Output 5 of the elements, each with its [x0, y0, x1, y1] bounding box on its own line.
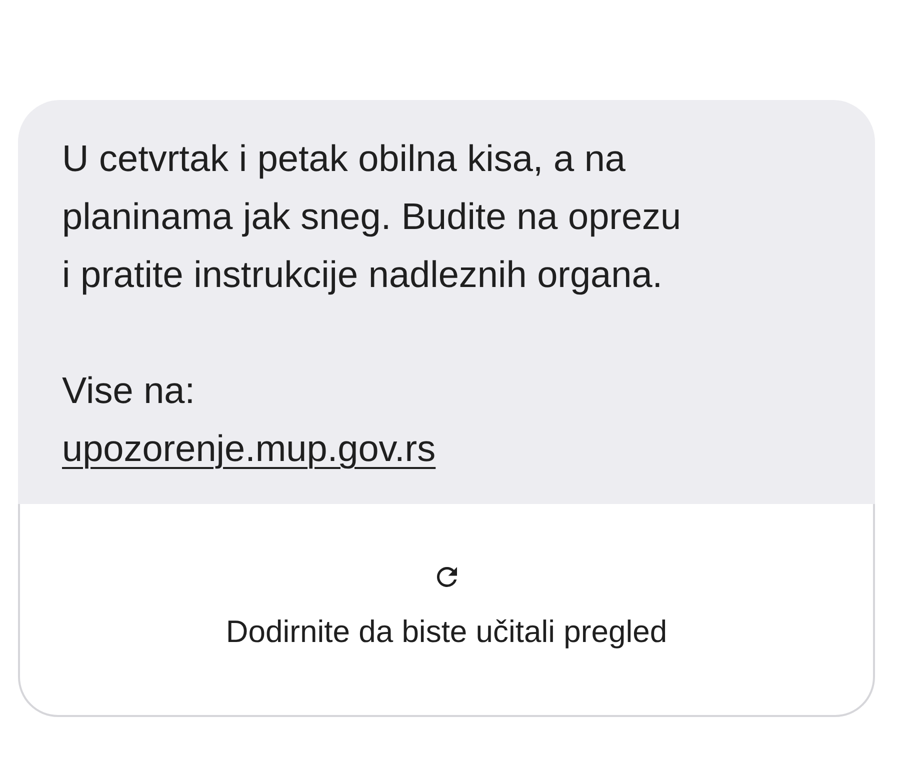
more-label: Vise na:	[62, 369, 196, 413]
link-preview-card[interactable]: Dodirnite da biste učitali pregled	[18, 504, 875, 717]
preview-label: Dodirnite da biste učitali pregled	[226, 613, 668, 651]
message-link[interactable]: upozorenje.mup.gov.rs	[62, 420, 436, 478]
message-text: U cetvrtak i petak obilna kisa, a na planinama jak sneg. Budite na oprezu i pratite instrukcije nadleznih organa.	[62, 137, 682, 297]
